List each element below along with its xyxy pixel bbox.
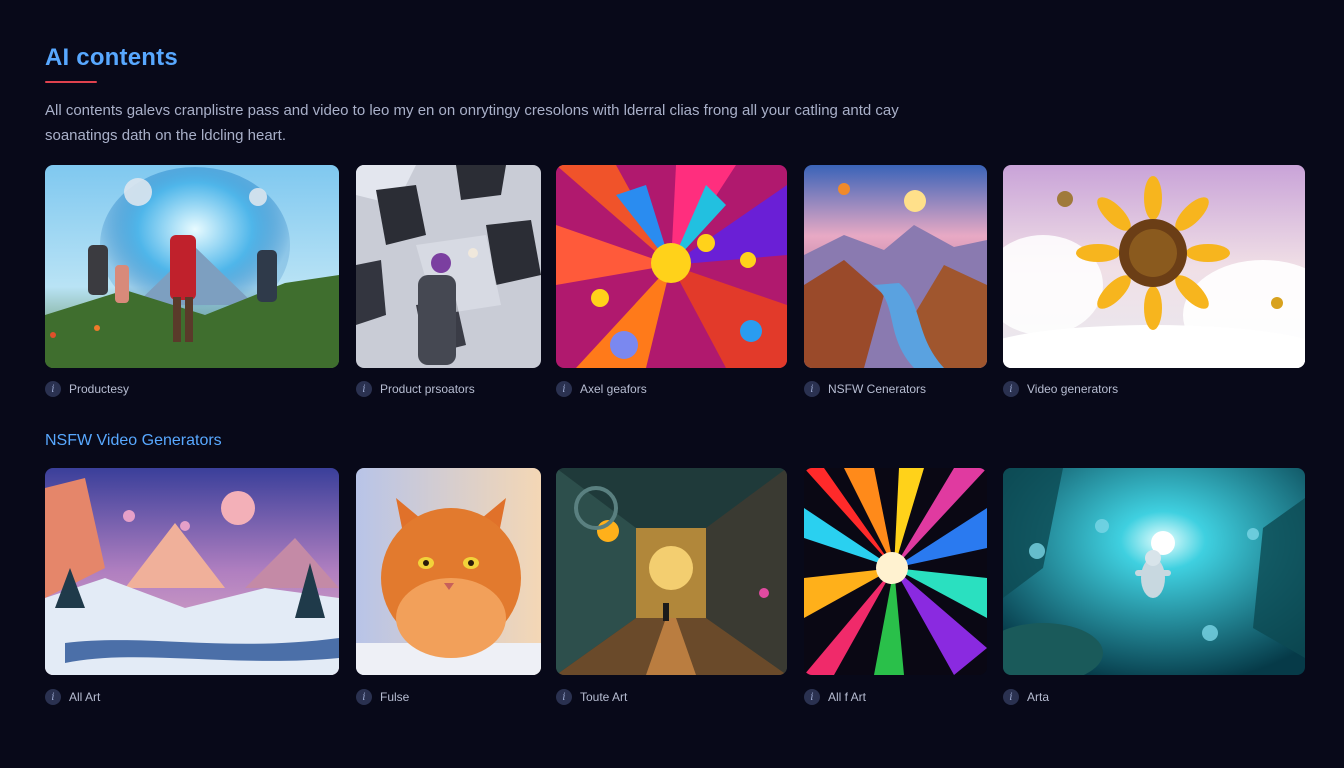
info-icon: i: [45, 381, 61, 397]
caption-rainbow-rays[interactable]: i All f Art: [804, 689, 866, 705]
caption-winter-mountains[interactable]: i All Art: [45, 689, 100, 705]
caption-label: Fulse: [380, 690, 410, 704]
hikers-portal-image: [45, 165, 339, 368]
caption-color-burst[interactable]: i Axel geafors: [556, 381, 647, 397]
content-card-orange-cat[interactable]: [356, 468, 541, 675]
content-card-sunflower-sky[interactable]: [1003, 165, 1305, 368]
info-icon: i: [804, 689, 820, 705]
info-icon: i: [1003, 381, 1019, 397]
content-card-hikers-portal[interactable]: [45, 165, 339, 368]
info-icon: i: [1003, 689, 1019, 705]
caption-label: NSFW Cenerators: [828, 382, 927, 396]
caption-label: Toute Art: [580, 690, 628, 704]
caption-label: All f Art: [828, 690, 867, 704]
info-icon: i: [356, 381, 372, 397]
caption-label: Arta: [1027, 690, 1050, 704]
section-title: NSFW Video Generators: [45, 432, 222, 449]
underwater-diver-image: [1003, 468, 1305, 675]
soccer-dome-image: [356, 165, 541, 368]
caption-label: Video generators: [1027, 382, 1119, 396]
sunflower-sky-image: [1003, 165, 1305, 368]
content-card-underwater-diver[interactable]: [1003, 468, 1305, 675]
caption-label: Productesy: [69, 382, 130, 396]
info-icon: i: [556, 689, 572, 705]
info-icon: i: [45, 689, 61, 705]
info-icon: i: [804, 381, 820, 397]
valley-sunset-image: [804, 165, 987, 368]
title-underline: [45, 81, 97, 83]
caption-underwater-diver[interactable]: i Arta: [1003, 689, 1049, 705]
orange-cat-image: [356, 468, 541, 675]
page-description: All contents galevs cranplistre pass and…: [45, 102, 899, 144]
caption-label: All Art: [69, 690, 101, 704]
content-card-valley-sunset[interactable]: [804, 165, 987, 368]
caption-soccer-dome[interactable]: i Product prsoators: [356, 381, 475, 397]
caption-hikers-portal[interactable]: i Productesy: [45, 381, 129, 397]
info-icon: i: [556, 381, 572, 397]
winter-mountains-image: [45, 468, 339, 675]
info-icon: i: [356, 689, 372, 705]
caption-valley-sunset[interactable]: i NSFW Cenerators: [804, 381, 926, 397]
caption-label: Axel geafors: [580, 382, 647, 396]
caption-sunflower-sky[interactable]: i Video generators: [1003, 381, 1118, 397]
caption-neon-alley[interactable]: i Toute Art: [556, 689, 627, 705]
content-card-rainbow-rays[interactable]: [804, 468, 987, 675]
content-card-soccer-dome[interactable]: [356, 165, 541, 368]
caption-label: Product prsoators: [380, 382, 475, 396]
color-burst-image: [556, 165, 787, 368]
page-title: AI contents: [45, 44, 178, 71]
content-card-neon-alley[interactable]: [556, 468, 787, 675]
caption-orange-cat[interactable]: i Fulse: [356, 689, 409, 705]
content-card-color-burst[interactable]: [556, 165, 787, 368]
neon-alley-image: [556, 468, 787, 675]
content-card-winter-mountains[interactable]: [45, 468, 339, 675]
rainbow-rays-image: [804, 468, 987, 675]
